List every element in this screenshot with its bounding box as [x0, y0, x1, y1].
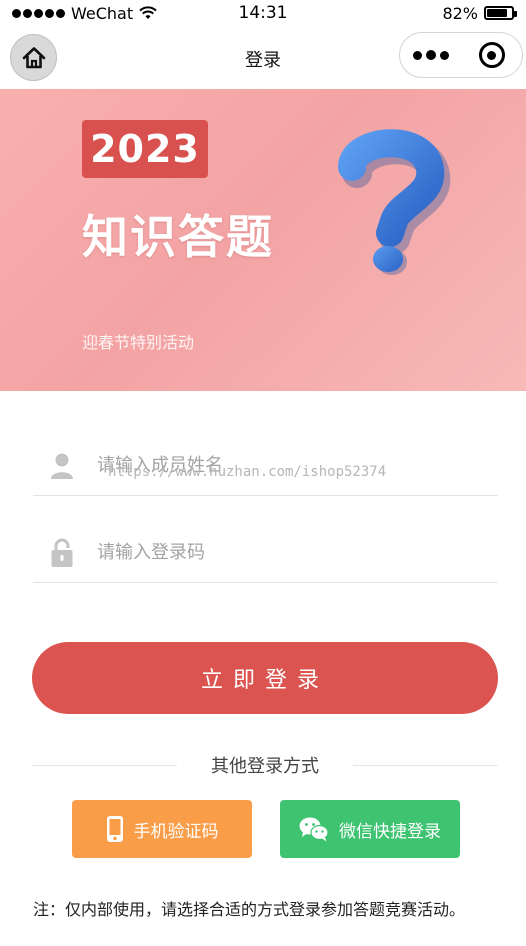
banner-subtitle: 迎春节特别活动 — [82, 333, 195, 352]
wifi-icon — [139, 6, 157, 19]
user-icon — [35, 436, 89, 496]
login-button[interactable]: 立即登录 — [32, 642, 498, 714]
banner-title: 知识答题 — [82, 210, 274, 264]
battery-percent: 82% — [442, 3, 478, 23]
question-mark-icon — [338, 129, 451, 275]
navigation-bar: 登录 — [0, 26, 526, 89]
wechat-login-button[interactable]: 微信快捷登录 — [280, 800, 460, 858]
code-field — [33, 523, 498, 583]
target-close-icon — [478, 42, 505, 68]
battery-fill — [487, 9, 507, 17]
hero-banner: 2023 知识答题 迎春节特别活动 — [0, 89, 526, 391]
battery-icon — [484, 6, 517, 20]
mini-program-capsule — [399, 32, 523, 78]
usage-note: 注：仅内部使用，请选择合适的方式登录参加答题竞赛活动。 — [33, 900, 466, 919]
wechat-login-label: 微信快捷登录 — [339, 821, 441, 842]
status-bar: WeChat 14:31 82% — [0, 0, 526, 26]
signal-dots-icon — [12, 8, 65, 18]
status-left: WeChat — [12, 4, 157, 23]
phone-code-login-label: 手机验证码 — [133, 821, 219, 842]
more-button[interactable] — [400, 33, 461, 77]
other-login-divider: 其他登录方式 — [32, 752, 498, 778]
year-badge: 2023 — [82, 120, 208, 178]
phone-code-login-button[interactable]: 手机验证码 — [72, 800, 252, 858]
carrier-name: WeChat — [71, 3, 134, 23]
status-right: 82% — [442, 3, 517, 23]
wechat-icon — [299, 817, 329, 842]
lock-icon — [35, 523, 89, 583]
mobile-phone-icon — [106, 816, 123, 842]
close-button[interactable] — [461, 33, 522, 77]
login-code-input[interactable] — [97, 542, 477, 563]
watermark-url: https://www.huzhan.com/ishop52374 — [108, 464, 387, 480]
more-dots-icon — [412, 50, 422, 60]
divider-line-right — [353, 765, 498, 766]
